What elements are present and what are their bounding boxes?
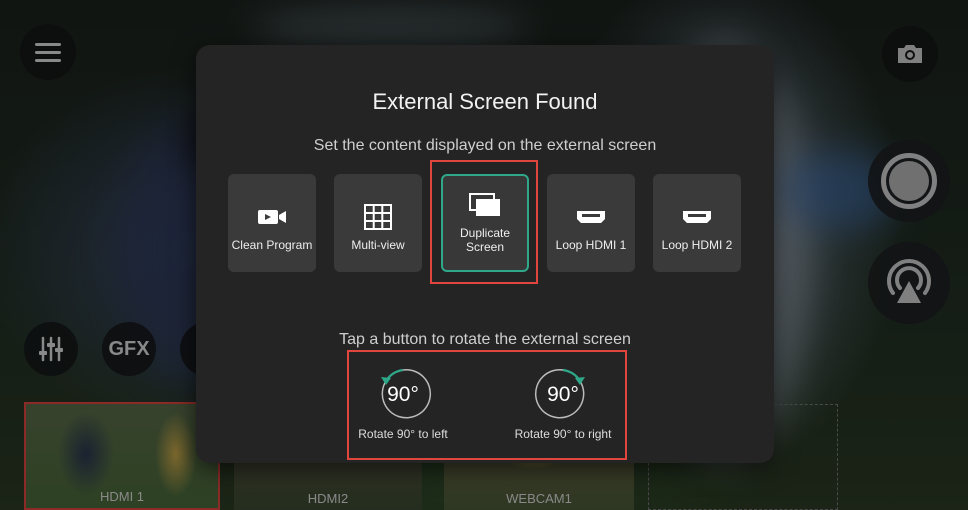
option-loop-hdmi-1[interactable]: Loop HDMI 1: [547, 174, 635, 272]
rotate-subtitle: Tap a button to rotate the external scre…: [339, 331, 631, 348]
option-duplicate-screen[interactable]: Duplicate Screen: [441, 174, 529, 272]
rotate-right-value: 90°: [547, 383, 579, 406]
dialog-title: External Screen Found: [372, 89, 598, 114]
dialog-subtitle: Set the content displayed on the externa…: [313, 137, 657, 154]
rotate-right-button[interactable]: 90° Rotate 90° to right: [503, 365, 623, 449]
rotate-left-icon: 90°: [381, 368, 432, 419]
rotate-left-button[interactable]: 90° Rotate 90° to left: [343, 365, 463, 449]
option-label: Clean Program: [231, 238, 313, 252]
option-multi-view[interactable]: Multi-view: [334, 174, 422, 272]
option-label: Multi-view: [351, 238, 405, 252]
grid-icon: [364, 204, 392, 230]
option-label: Loop HDMI 2: [661, 238, 733, 252]
rotate-left-label: Rotate 90° to left: [358, 427, 448, 441]
rotate-right-icon: 90°: [534, 368, 585, 419]
video-camera-icon: [258, 210, 286, 224]
duplicate-screens-icon: [469, 193, 500, 216]
option-label: Loop HDMI 1: [555, 238, 627, 252]
rotate-right-label: Rotate 90° to right: [514, 427, 612, 441]
rotate-left-value: 90°: [387, 383, 419, 406]
hdmi-port-icon: [683, 211, 711, 223]
external-screen-dialog: External Screen Found Set the content di…: [196, 45, 774, 463]
hdmi-port-icon: [577, 211, 605, 223]
option-loop-hdmi-2[interactable]: Loop HDMI 2: [653, 174, 741, 272]
option-label: Duplicate Screen: [459, 226, 511, 254]
option-clean-program[interactable]: Clean Program: [228, 174, 316, 272]
